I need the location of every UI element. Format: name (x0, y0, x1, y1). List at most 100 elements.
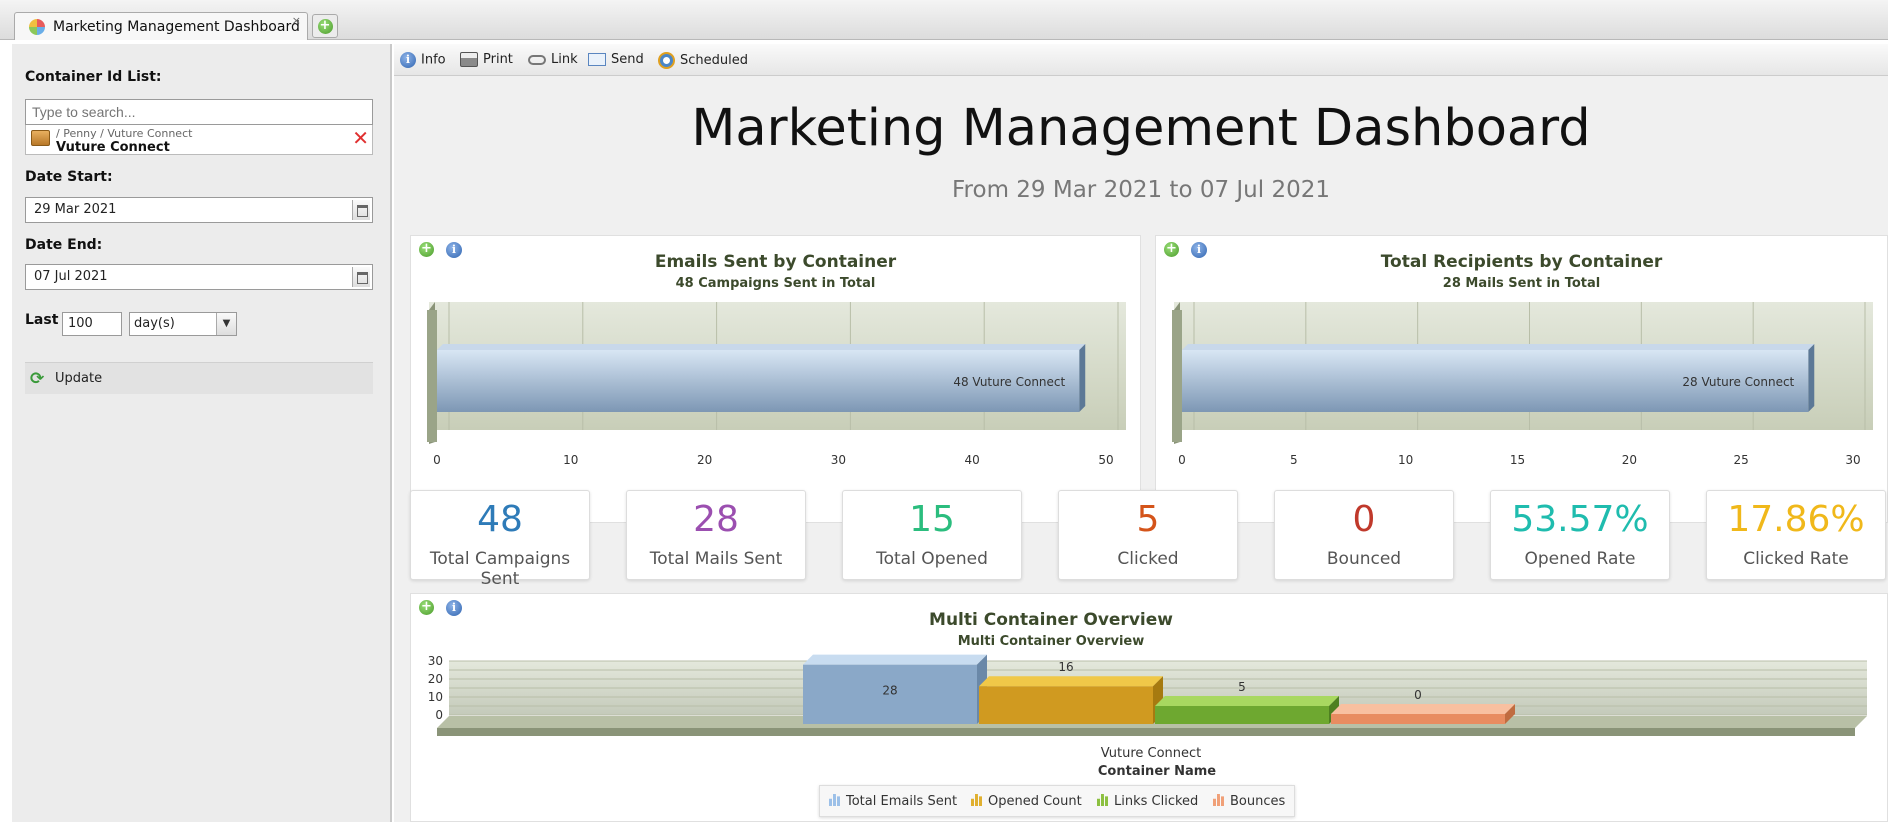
kpi-value: 15 (909, 499, 955, 540)
date-start-label: Date Start: (25, 169, 113, 185)
kpi-label: Total Campaigns Sent (429, 549, 571, 589)
kpi-label: Clicked Rate (1743, 549, 1849, 569)
data-label: 16 (1058, 660, 1073, 674)
x-tick-label: 30 (831, 453, 846, 467)
legend-item[interactable]: Opened Count (970, 794, 1082, 809)
chevron-down-icon[interactable]: ▼ (216, 313, 236, 335)
update-label: Update (55, 371, 103, 386)
envelope-icon (588, 53, 606, 66)
calendar-icon[interactable] (352, 200, 370, 220)
link-label: Link (551, 52, 578, 67)
chart-subtitle: Multi Container Overview (957, 634, 1145, 649)
data-label: 28 (882, 684, 897, 698)
bar-side (1079, 344, 1086, 412)
filter-panel: Container Id List: / Penny / Vuture Conn… (12, 44, 392, 822)
x-tick-label: 5 (1290, 453, 1298, 467)
x-tick-label: 10 (1398, 453, 1413, 467)
bar-top (1182, 344, 1815, 350)
bar (1331, 714, 1505, 724)
date-start-value: 29 Mar 2021 (34, 202, 117, 217)
y-tick-label: 30 (428, 654, 443, 668)
kpi-value: 0 (1352, 499, 1376, 540)
legend-label: Bounces (1230, 794, 1286, 809)
date-start-field[interactable]: 29 Mar 2021 (25, 197, 373, 223)
legend-label: Links Clicked (1114, 794, 1199, 809)
x-tick-label: 0 (433, 453, 441, 467)
x-tick-label: 20 (697, 453, 712, 467)
data-label: 28 Vuture Connect (1682, 375, 1794, 389)
scheduled-button[interactable]: Scheduled (658, 52, 748, 69)
x-tick-label: 30 (1845, 453, 1860, 467)
bar (979, 686, 1153, 724)
date-end-label: Date End: (25, 237, 103, 253)
emails-sent-chart: 0 10 20 30 40 50 48 Vuture Connect + i Emails S… (410, 235, 1141, 523)
clock-icon (658, 52, 675, 69)
x-tick-label: 20 (1622, 453, 1637, 467)
selected-container: / Penny / Vuture Connect Vuture Connect … (25, 125, 373, 155)
last-count-input[interactable]: 100 (62, 312, 122, 336)
print-label: Print (483, 52, 513, 67)
print-button[interactable]: Print (460, 52, 513, 67)
info-button[interactable]: i Info (400, 52, 446, 68)
calendar-icon[interactable] (352, 267, 370, 287)
plus-icon: + (317, 19, 333, 34)
kpi-label: Bounced (1326, 549, 1402, 569)
x-tick-label: 10 (563, 453, 578, 467)
chart-subtitle: 28 Mails Sent in Total (1442, 276, 1601, 291)
bar-side (1808, 344, 1815, 412)
y-tick-label: 10 (428, 690, 443, 704)
info-label: Info (421, 52, 446, 68)
scheduled-label: Scheduled (680, 53, 748, 68)
dashboard-date-range: From 29 Mar 2021 to 07 Jul 2021 (952, 177, 1330, 203)
container-box-icon (31, 130, 50, 146)
legend-item[interactable]: Links Clicked (1096, 794, 1198, 809)
bar-chart-icon (1096, 794, 1108, 806)
bar-chart-icon (828, 794, 840, 806)
date-end-field[interactable]: 07 Jul 2021 (25, 264, 373, 290)
bar (1155, 706, 1329, 724)
x-tick-label: Vuture Connect (1101, 746, 1202, 761)
chart-floor-edge (437, 728, 1855, 736)
container-search-input[interactable] (25, 99, 373, 125)
x-axis-label: Container Name (1098, 764, 1216, 779)
kpi-label: Total Mails Sent (649, 549, 783, 569)
kpi-clicked-rate: 17.86% Clicked Rate (1706, 490, 1886, 580)
kpi-value: 48 (477, 499, 523, 540)
legend-item[interactable]: Bounces (1212, 794, 1285, 809)
send-button[interactable]: Send (588, 52, 644, 67)
y-tick-label: 0 (435, 708, 443, 722)
kpi-value: 17.86% (1727, 499, 1865, 540)
info-icon: i (400, 52, 416, 68)
kpi-clicked: 5 Clicked (1058, 490, 1238, 580)
tab-dashboard[interactable]: Marketing Management Dashboard × (14, 12, 308, 40)
last-unit-select[interactable]: day(s) ▼ (129, 312, 237, 336)
x-tick-label: 15 (1510, 453, 1525, 467)
last-label: Last (25, 312, 59, 328)
tab-bar: Marketing Management Dashboard × + (0, 0, 1888, 40)
add-tab-button[interactable]: + (312, 14, 338, 38)
kpi-value: 28 (693, 499, 739, 540)
total-recipients-chart: 0 5 10 15 20 25 30 28 Vuture Connect + i Total R… (1155, 235, 1888, 523)
x-tick-label: 40 (965, 453, 980, 467)
refresh-icon: ⟳ (30, 369, 45, 389)
data-label: 48 Vuture Connect (953, 375, 1065, 389)
kpi-total-opened: 15 Total Opened (842, 490, 1022, 580)
close-icon[interactable]: × (292, 14, 301, 27)
update-button[interactable]: ⟳ Update (25, 362, 373, 394)
x-tick-label: 25 (1734, 453, 1749, 467)
chart-subtitle: 48 Campaigns Sent in Total (675, 276, 876, 291)
dashboard-title: Marketing Management Dashboard (691, 99, 1591, 158)
dashboard-area: i Info Print Link Send Scheduled Marketin… (394, 44, 1888, 822)
selected-container-path: / Penny / Vuture Connect (56, 127, 193, 140)
legend-item[interactable]: Total Emails Sent (828, 794, 957, 809)
data-label: 5 (1238, 680, 1246, 694)
chart-title: Emails Sent by Container (654, 252, 897, 272)
kpi-bounced: 0 Bounced (1274, 490, 1454, 580)
pie-chart-icon (29, 19, 45, 35)
link-button[interactable]: Link (528, 52, 578, 67)
kpi-label: Opened Rate (1524, 549, 1636, 569)
data-label: 0 (1414, 688, 1422, 702)
remove-icon[interactable]: ✕ (352, 127, 369, 149)
legend-label: Opened Count (988, 794, 1082, 809)
bar-chart-icon (970, 794, 982, 806)
